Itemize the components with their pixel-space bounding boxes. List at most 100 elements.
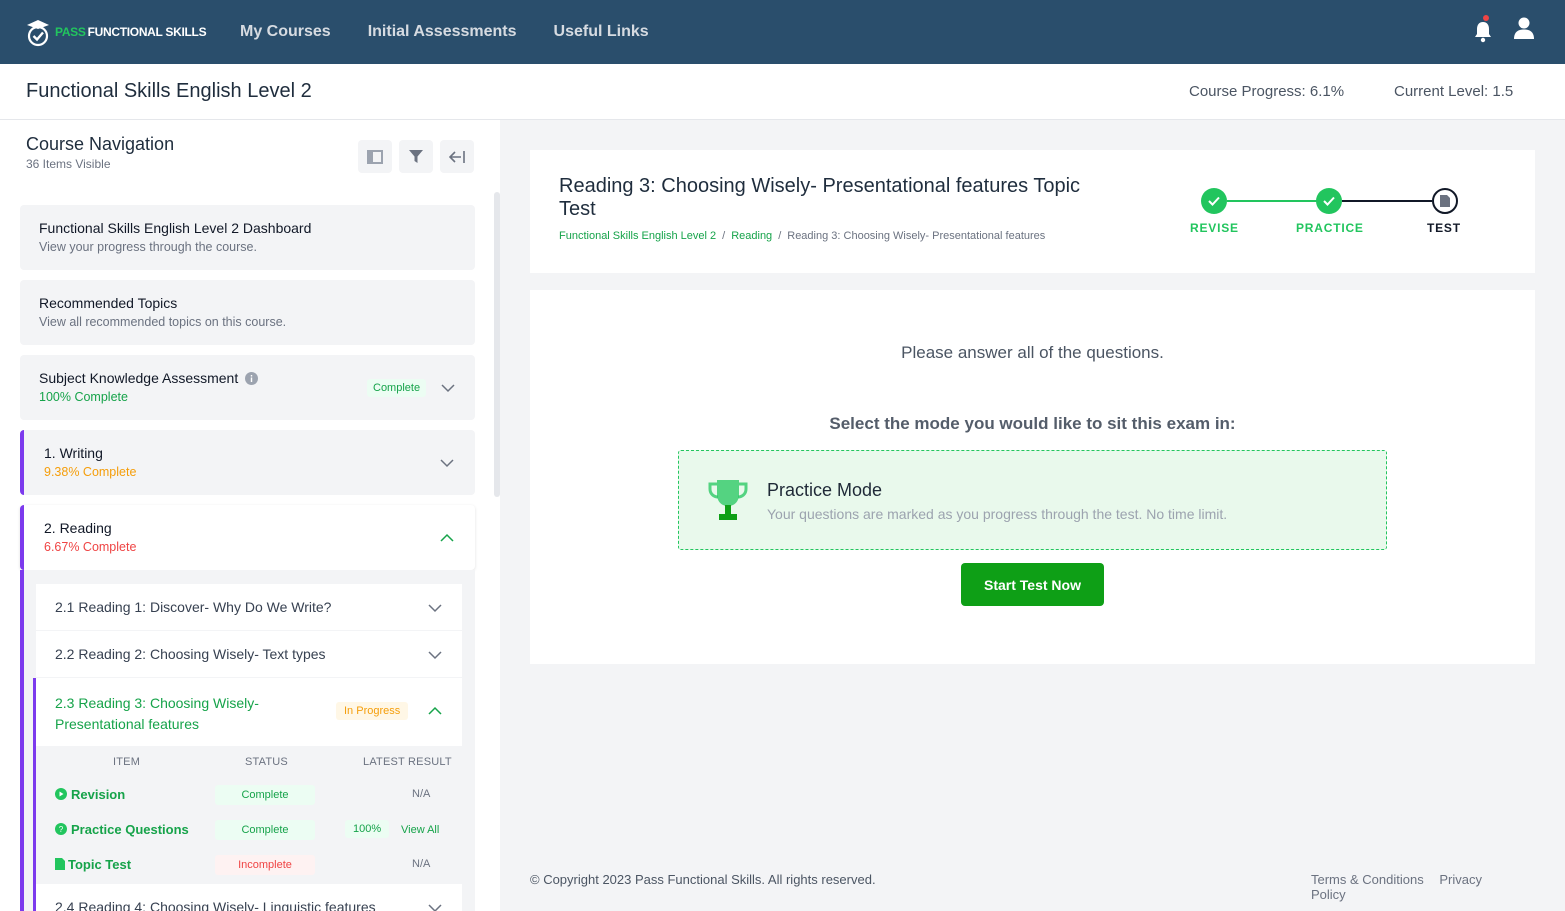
row-practice-result: 100% <box>345 820 390 838</box>
practice-mode-description: Your questions are marked as you progres… <box>767 506 1228 522</box>
row-topic-test-status: Incomplete <box>215 855 315 875</box>
filter-button[interactable] <box>399 140 433 173</box>
unit-reading-card[interactable]: 2. Reading 6.67% Complete <box>20 505 475 570</box>
subject-knowledge-label: Subject Knowledge Assessment <box>39 370 239 386</box>
in-progress-badge: In Progress <box>336 702 409 720</box>
dashboard-title: Functional Skills English Level 2 Dashbo… <box>39 220 312 236</box>
filter-icon <box>409 150 423 163</box>
step-revise-label: REVISE <box>1190 221 1239 235</box>
topic-title: Reading 3: Choosing Wisely- Presentation… <box>559 175 1081 220</box>
course-progress: Course Progress: 6.1% <box>1189 83 1344 100</box>
row-revision-status: Complete <box>215 785 315 805</box>
practice-mode-title: Practice Mode <box>767 480 883 500</box>
mode-prompt: Select the mode you would like to sit th… <box>829 414 1236 433</box>
unit-writing-card[interactable]: 1. Writing 9.38% Complete <box>20 430 475 495</box>
subunit-reading-3-title-line2: Presentational features <box>55 716 199 732</box>
subunit-reading-3[interactable]: 2.3 Reading 3: Choosing Wisely- Presenta… <box>36 678 462 746</box>
subunit-reading-1[interactable]: 2.1 Reading 1: Discover- Why Do We Write… <box>36 584 462 630</box>
recommended-subtitle: View all recommended topics on this cour… <box>39 315 287 329</box>
collapse-left-icon <box>449 150 465 163</box>
recommended-title: Recommended Topics <box>39 295 178 311</box>
dashboard-subtitle: View your progress through the course. <box>39 240 257 254</box>
info-icon[interactable] <box>245 372 259 385</box>
subunit-reading-3-title: 2.3 Reading 3: Choosing Wisely- Presenta… <box>55 693 259 735</box>
row-topic-test-result: N/A <box>406 855 437 873</box>
notification-dot <box>1483 14 1489 21</box>
chevron-down-icon[interactable] <box>441 381 455 395</box>
svg-text:?: ? <box>59 825 64 834</box>
step-test-icon[interactable] <box>1432 188 1458 214</box>
start-test-button[interactable]: Start Test Now <box>961 563 1104 606</box>
footer: © Copyright 2023 Pass Functional Skills.… <box>530 872 1530 902</box>
play-icon <box>55 788 67 800</box>
subunit-reading-2[interactable]: 2.2 Reading 2: Choosing Wisely- Text typ… <box>36 631 462 677</box>
course-header: Functional Skills English Level 2 Course… <box>0 64 1565 120</box>
trophy-icon <box>708 480 748 520</box>
subject-knowledge-title: Subject Knowledge Assessment <box>39 370 259 386</box>
subject-knowledge-card[interactable]: Subject Knowledge Assessment 100% Comple… <box>20 355 475 420</box>
chevron-down-icon[interactable] <box>428 601 442 615</box>
practice-mode-option[interactable]: Practice Mode Your questions are marked … <box>678 450 1387 550</box>
step-revise-icon[interactable] <box>1201 188 1227 214</box>
breadcrumb-reading[interactable]: Reading <box>731 230 772 242</box>
chevron-up-icon[interactable] <box>440 531 454 545</box>
subject-knowledge-progress: 100% Complete <box>39 390 128 404</box>
logo-icon <box>27 20 49 47</box>
step-test-label: TEST <box>1427 221 1461 235</box>
table-header-status: STATUS <box>245 756 288 768</box>
document-icon <box>55 858 65 870</box>
table-header-result: LATEST RESULT <box>363 756 452 768</box>
current-level: Current Level: 1.5 <box>1394 83 1513 100</box>
chevron-down-icon[interactable] <box>428 901 442 911</box>
breadcrumb-current: Reading 3: Choosing Wisely- Presentation… <box>787 230 1046 242</box>
course-title: Functional Skills English Level 2 <box>26 80 312 102</box>
course-progress-label: Course Progress: <box>1189 83 1306 100</box>
unit-reading-title: 2. Reading <box>44 520 112 536</box>
view-all-link[interactable]: View All <box>401 824 439 836</box>
row-topic-test-label[interactable]: Topic Test <box>68 857 131 872</box>
question-icon: ? <box>55 823 67 835</box>
chevron-down-icon[interactable] <box>440 456 454 470</box>
panel-icon <box>367 149 383 164</box>
table-header-item: ITEM <box>113 756 141 768</box>
sidebar-scrollbar[interactable] <box>494 192 500 497</box>
brand-text-pass: PASS <box>55 25 86 39</box>
copyright-text: © Copyright 2023 Pass Functional Skills.… <box>530 872 876 887</box>
user-profile-icon[interactable] <box>1513 16 1535 45</box>
course-navigation-sidebar: Course Navigation 36 Items Visible Funct… <box>0 120 500 911</box>
toggle-panel-button[interactable] <box>358 140 392 173</box>
step-practice-label: PRACTICE <box>1296 221 1364 235</box>
unit-reading-progress: 6.67% Complete <box>44 540 137 554</box>
terms-link[interactable]: Terms & Conditions <box>1311 872 1424 887</box>
dashboard-card[interactable]: Functional Skills English Level 2 Dashbo… <box>20 205 475 270</box>
notifications-bell-icon[interactable] <box>1473 14 1493 43</box>
subunit-reading-3-title-line1: 2.3 Reading 3: Choosing Wisely- <box>55 695 259 711</box>
current-level-label: Current Level: <box>1394 83 1489 100</box>
recommended-topics-card[interactable]: Recommended Topics View all recommended … <box>20 280 475 345</box>
subunit-reading-4-title: 2.4 Reading 4: Choosing Wisely- Linguist… <box>55 899 376 911</box>
nav-my-courses[interactable]: My Courses <box>240 23 331 41</box>
subunit-reading-2-title: 2.2 Reading 2: Choosing Wisely- Text typ… <box>55 646 326 662</box>
row-practice-status: Complete <box>215 820 315 840</box>
breadcrumb-course[interactable]: Functional Skills English Level 2 <box>559 230 716 242</box>
stepper-line-1 <box>1227 200 1329 202</box>
unit-writing-title: 1. Writing <box>44 445 103 461</box>
row-practice-label[interactable]: Practice Questions <box>71 822 189 837</box>
brand-text-fs: FUNCTIONAL SKILLS <box>87 25 207 39</box>
stepper-line-2 <box>1342 200 1432 202</box>
subunit-reading-4[interactable]: 2.4 Reading 4: Choosing Wisely- Linguist… <box>36 884 462 911</box>
sidebar-subtitle: 36 Items Visible <box>26 157 111 171</box>
chevron-down-icon[interactable] <box>428 648 442 662</box>
exam-instruction: Please answer all of the questions. <box>901 343 1164 362</box>
step-practice-icon[interactable] <box>1316 188 1342 214</box>
exam-card: Please answer all of the questions. Sele… <box>530 290 1535 664</box>
nav-useful-links[interactable]: Useful Links <box>554 23 649 41</box>
row-revision-label[interactable]: Revision <box>71 787 125 802</box>
brand-logo[interactable]: PASS FUNCTIONAL SKILLS <box>25 16 225 48</box>
current-level-value: 1.5 <box>1492 83 1514 100</box>
breadcrumb: Functional Skills English Level 2/Readin… <box>559 230 1046 242</box>
chevron-up-icon[interactable] <box>428 704 442 718</box>
subunit-reading-1-title: 2.1 Reading 1: Discover- Why Do We Write… <box>55 599 332 615</box>
nav-initial-assessments[interactable]: Initial Assessments <box>368 23 517 41</box>
collapse-sidebar-button[interactable] <box>440 140 474 173</box>
